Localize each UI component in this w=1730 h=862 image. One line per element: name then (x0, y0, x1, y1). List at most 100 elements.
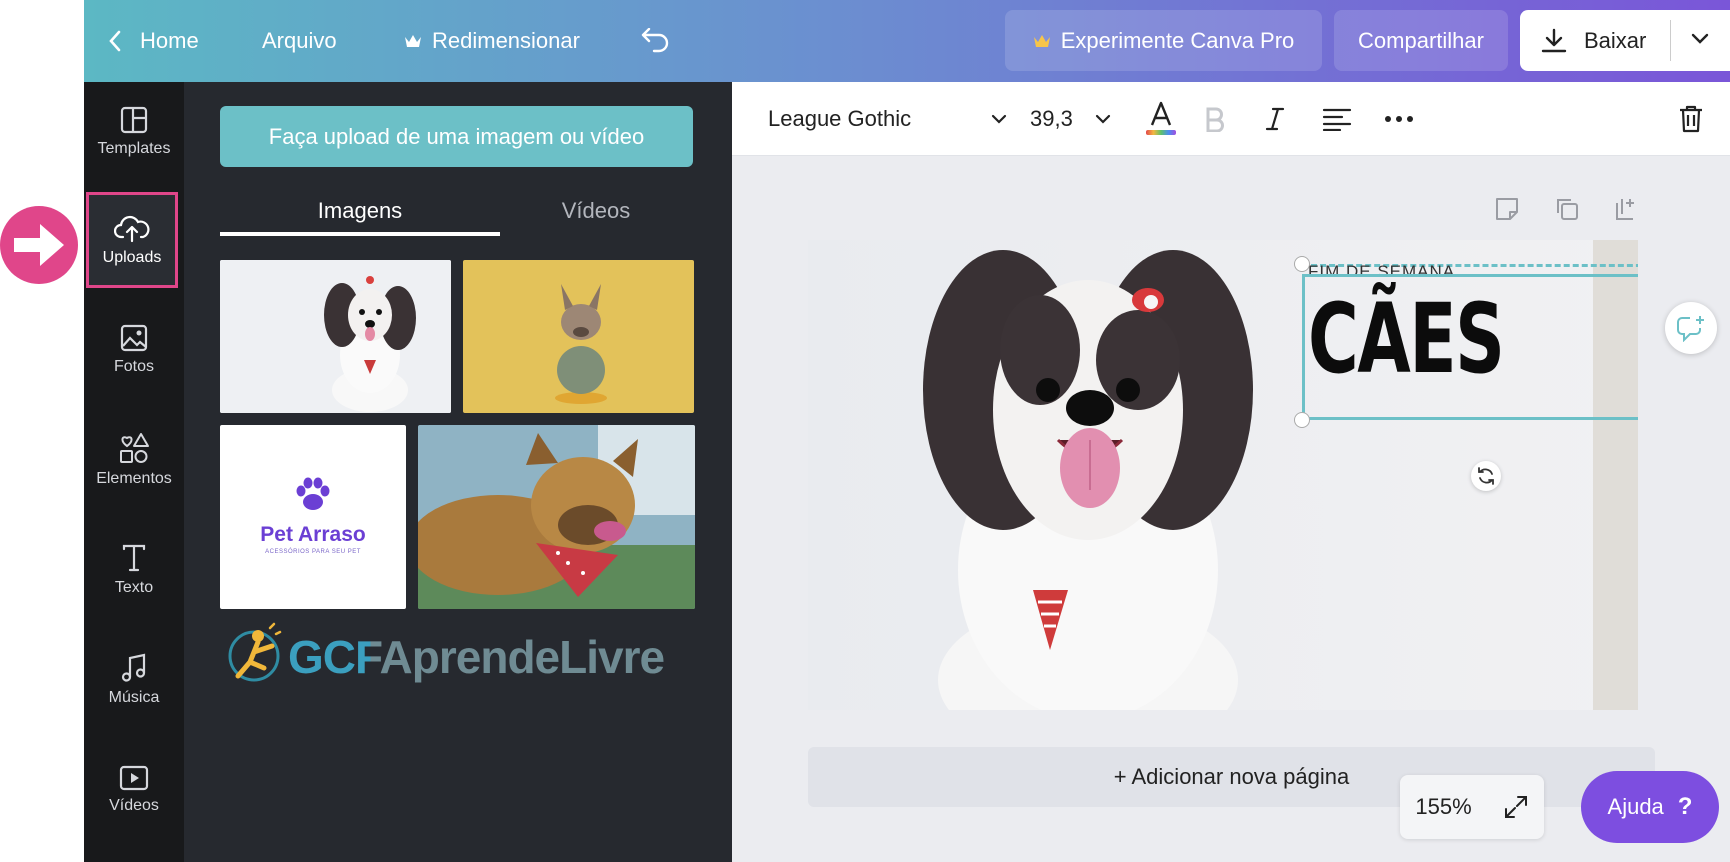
resize-handle[interactable] (1294, 256, 1310, 272)
text-color-icon (1146, 101, 1176, 135)
zoom-control[interactable]: 155% (1400, 775, 1544, 839)
upload-thumbnail-pet-arraso-logo[interactable]: Pet Arraso ACESSÓRIOS PARA SEU PET (220, 425, 406, 609)
more-options-button[interactable] (1384, 82, 1414, 156)
help-question-mark: ? (1677, 793, 1693, 820)
gcf-watermark: GCFAprendeLivre (220, 622, 694, 692)
file-menu-button[interactable]: Arquivo (262, 0, 337, 82)
bold-icon (1206, 107, 1224, 132)
font-size-select[interactable]: 39,3 (1030, 82, 1112, 156)
undo-icon (641, 28, 669, 53)
delete-button[interactable] (1678, 82, 1704, 156)
zoom-level[interactable]: 155% (1415, 794, 1471, 820)
cloud-upload-icon (114, 215, 150, 243)
tab-label: Imagens (317, 198, 403, 223)
try-canva-pro-button[interactable]: Experimente Canva Pro (1005, 10, 1322, 71)
photo-icon (120, 324, 148, 352)
file-label: Arquivo (262, 28, 337, 53)
font-size-value: 39,3 (1030, 106, 1073, 131)
help-button[interactable]: Ajuda ? (1581, 771, 1719, 843)
tab-images[interactable]: Imagens (220, 186, 500, 236)
help-label: Ajuda (1607, 794, 1664, 819)
sidebar-item-label: Elementos (96, 470, 172, 487)
sidebar-item-elements[interactable]: Elementos (84, 410, 184, 510)
crown-icon (1033, 34, 1050, 47)
left-sidebar: Templates Uploads Fotos Elementos Texto … (84, 82, 184, 862)
upload-media-button[interactable]: Faça upload de uma imagem ou vídeo (220, 106, 693, 167)
sidebar-item-photos[interactable]: Fotos (84, 300, 184, 400)
dog-photo-thumbnail (418, 425, 695, 609)
dog-photo-thumbnail (220, 260, 451, 413)
sidebar-item-label: Texto (114, 579, 154, 596)
more-dots-icon (1385, 116, 1413, 122)
add-page-icon[interactable] (1614, 196, 1640, 222)
upload-thumbnail-shihtzu[interactable] (220, 260, 451, 413)
italic-button[interactable] (1264, 82, 1286, 156)
watermark-text: GCFAprendeLivre (288, 631, 665, 683)
download-divider (1670, 20, 1671, 61)
font-family-value: League Gothic (768, 106, 912, 131)
undo-button[interactable] (640, 0, 670, 82)
resize-label: Redimensionar (432, 28, 580, 53)
upload-thumbnail-bandana-dog[interactable] (418, 425, 695, 609)
chevron-down-icon[interactable] (1690, 32, 1710, 46)
italic-icon (1265, 107, 1285, 131)
music-note-icon (121, 653, 146, 682)
download-label: Baixar (1584, 27, 1647, 53)
resize-button[interactable]: Redimensionar (404, 0, 580, 82)
gcf-logo-icon (228, 622, 282, 682)
design-page[interactable]: FIM DE SEMANA CÃES (808, 240, 1638, 710)
chevron-down-icon (1095, 114, 1111, 124)
video-icon (119, 765, 149, 791)
font-family-select[interactable]: League Gothic (768, 82, 1008, 156)
upload-thumbnail-bulldog[interactable] (463, 260, 694, 413)
bold-button[interactable] (1204, 82, 1226, 156)
top-bar: Home Arquivo Redimensionar Experimente C… (84, 0, 1730, 82)
trash-icon (1680, 105, 1702, 133)
sidebar-item-videos[interactable]: Vídeos (84, 740, 184, 840)
tab-videos[interactable]: Vídeos (496, 186, 696, 236)
share-label: Compartilhar (1358, 27, 1484, 53)
design-title[interactable]: CÃES (1308, 284, 1505, 394)
rotate-icon (1478, 467, 1494, 485)
sidebar-item-label: Vídeos (109, 797, 159, 814)
sidebar-item-templates[interactable]: Templates (84, 82, 184, 182)
text-icon (122, 544, 146, 572)
sidebar-item-text[interactable]: Texto (84, 520, 184, 620)
add-comment-button[interactable] (1665, 302, 1717, 354)
download-icon (1541, 28, 1567, 52)
chevron-left-icon (109, 30, 121, 52)
comment-plus-icon (1677, 316, 1704, 342)
sidebar-item-music[interactable]: Música (84, 630, 184, 730)
share-button[interactable]: Compartilhar (1334, 10, 1508, 71)
home-label: Home (140, 28, 199, 53)
download-button[interactable]: Baixar (1520, 10, 1730, 71)
resize-handle[interactable] (1294, 412, 1310, 428)
logo-name: Pet Arraso (260, 523, 366, 546)
try-pro-label: Experimente Canva Pro (1060, 27, 1295, 53)
text-color-button[interactable] (1144, 82, 1178, 156)
crown-icon (405, 35, 421, 47)
arrow-right-icon (14, 224, 64, 266)
fullscreen-icon[interactable] (1503, 794, 1529, 820)
templates-icon (120, 106, 148, 134)
canva-editor: Home Arquivo Redimensionar Experimente C… (84, 0, 1730, 862)
note-icon[interactable] (1494, 196, 1520, 222)
sidebar-item-label: Música (108, 689, 160, 706)
page-actions (1494, 196, 1640, 222)
align-left-icon (1322, 108, 1352, 131)
paw-icon (296, 477, 330, 510)
text-toolbar: League Gothic 39,3 (732, 82, 1730, 156)
align-button[interactable] (1322, 82, 1352, 156)
dog-photo-thumbnail (463, 260, 694, 413)
chevron-down-icon (991, 114, 1007, 124)
annotation-arrow-badge (0, 206, 78, 284)
sidebar-item-uploads[interactable]: Uploads (86, 192, 178, 288)
home-button[interactable]: Home (108, 0, 199, 82)
sidebar-item-label: Uploads (102, 249, 162, 266)
logo-tagline: ACESSÓRIOS PARA SEU PET (265, 549, 361, 555)
rotate-handle[interactable] (1471, 461, 1501, 491)
uploads-panel: Faça upload de uma imagem ou vídeo Image… (184, 82, 758, 862)
sidebar-item-label: Templates (97, 140, 171, 157)
duplicate-page-icon[interactable] (1554, 196, 1580, 222)
elements-icon (120, 433, 149, 463)
